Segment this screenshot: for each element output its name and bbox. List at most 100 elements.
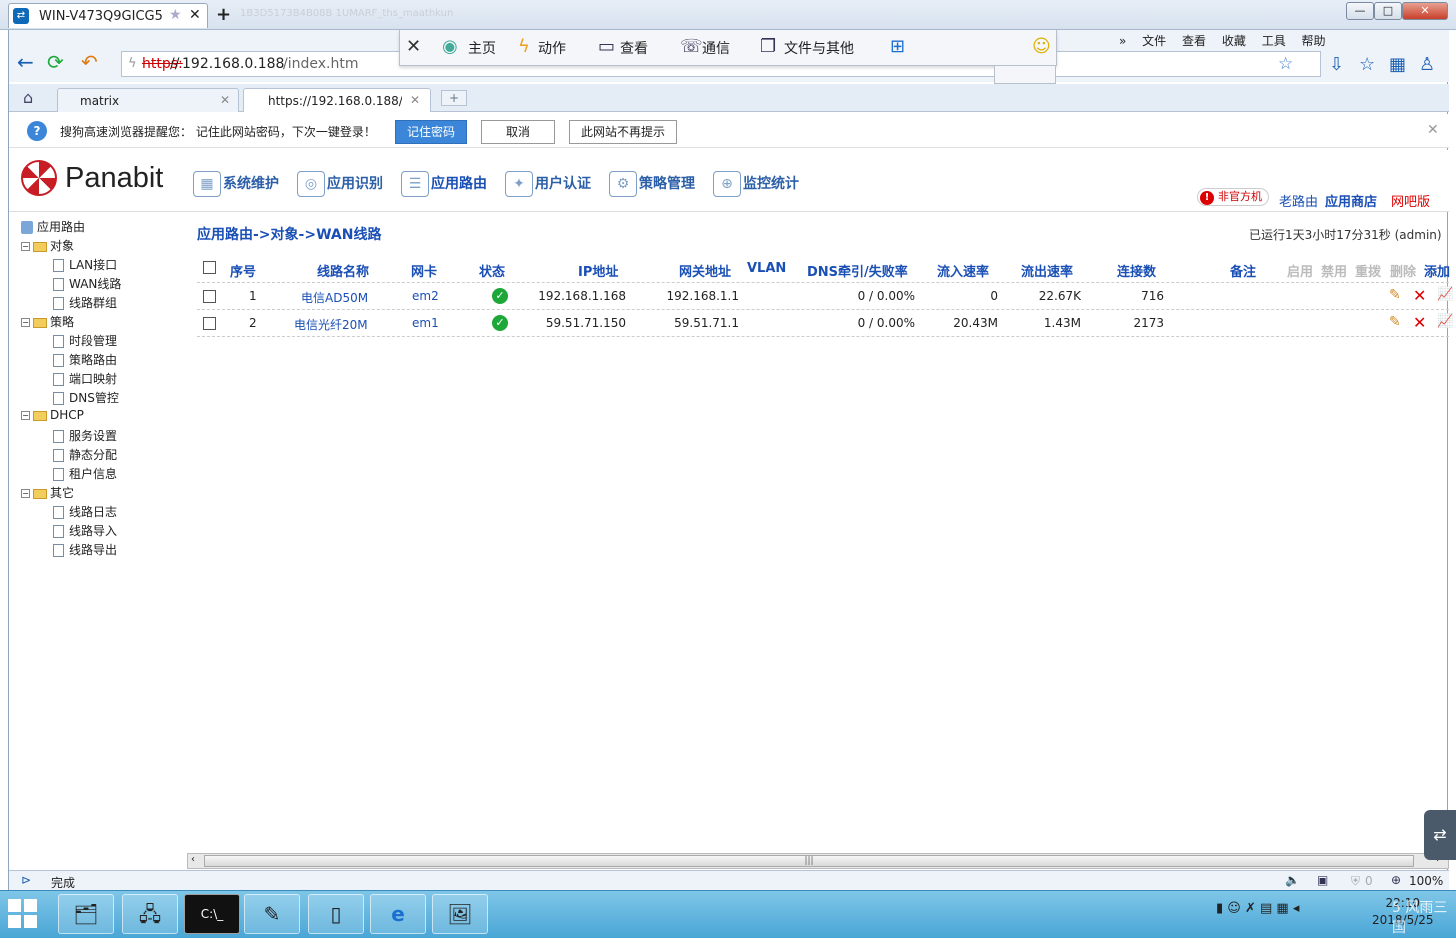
start-button[interactable]: [8, 899, 38, 929]
tree-item-linegroup[interactable]: 线路群组: [53, 294, 117, 311]
tree-group-objects[interactable]: − 对象: [21, 237, 74, 254]
teamviewer-side-tab[interactable]: ⇄: [1424, 810, 1456, 860]
undo-button[interactable]: ↶: [81, 50, 98, 74]
sound-icon[interactable]: 🔈: [1285, 873, 1300, 887]
tab-index[interactable]: https://192.168.0.188/ir ✕: [243, 88, 431, 112]
remember-password-button[interactable]: 记住密码: [395, 120, 467, 144]
tree-group-other[interactable]: − 其它: [21, 484, 74, 501]
windows-icon[interactable]: ⊞: [890, 36, 905, 57]
notepad-taskbar-icon[interactable]: ✎: [244, 894, 300, 934]
tab-matrix[interactable]: matrix ✕: [57, 88, 239, 112]
menu-policy[interactable]: ⚙ 策略管理: [609, 171, 695, 197]
apps-grid-icon[interactable]: ▦: [1389, 54, 1406, 75]
tree-item-import[interactable]: 线路导入: [53, 522, 117, 539]
extension-icon[interactable]: ▣: [1317, 873, 1328, 887]
server-manager-taskbar-icon[interactable]: 🖧: [122, 894, 178, 934]
minimize-button[interactable]: —: [1346, 2, 1374, 20]
toolbar-sub-controls[interactable]: [994, 66, 1056, 84]
action-delete[interactable]: 删除: [1390, 261, 1416, 280]
line-name-link[interactable]: 电信光纤20M: [294, 316, 368, 333]
close-tab-icon[interactable]: ✕: [189, 7, 201, 23]
explorer-taskbar-icon[interactable]: 🗂: [58, 894, 114, 934]
toolbar-close-icon[interactable]: ✕: [406, 36, 421, 57]
chart-icon[interactable]: 📈: [1437, 287, 1453, 302]
back-button[interactable]: ←: [17, 50, 34, 74]
action-enable[interactable]: 启用: [1287, 261, 1313, 280]
delete-icon[interactable]: ✕: [1413, 286, 1426, 305]
smiley-icon[interactable]: ☺: [1032, 36, 1051, 57]
new-tab-button[interactable]: +: [441, 90, 467, 106]
cancel-button[interactable]: 取消: [481, 120, 555, 144]
tree-item-dns[interactable]: DNS管控: [53, 389, 119, 406]
delete-icon[interactable]: ✕: [1413, 313, 1426, 332]
app-taskbar-icon[interactable]: ▯: [308, 894, 364, 934]
menu-system[interactable]: ▦ 系统维护: [193, 171, 279, 197]
tab-close-icon[interactable]: ✕: [220, 93, 230, 107]
favorites-icon[interactable]: ☆: [1359, 54, 1375, 75]
toolbar-files[interactable]: 文件与其他: [784, 38, 854, 58]
row-checkbox[interactable]: [203, 317, 216, 330]
shield-icon[interactable]: ⛨: [1351, 874, 1360, 889]
tab-close-icon[interactable]: ✕: [410, 93, 420, 107]
menu-favorites[interactable]: 收藏: [1222, 34, 1246, 48]
tree-item-wan[interactable]: WAN线路: [53, 275, 121, 292]
row-checkbox[interactable]: [203, 290, 216, 303]
menu-user-auth[interactable]: ✦ 用户认证: [505, 171, 591, 197]
tree-item-lease[interactable]: 租户信息: [53, 465, 117, 482]
tree-item-static[interactable]: 静态分配: [53, 446, 117, 463]
zoom-level[interactable]: 100%: [1409, 874, 1443, 888]
notice-close-icon[interactable]: ✕: [1427, 122, 1439, 138]
sidebar-toggle-icon[interactable]: ⊳: [21, 873, 31, 887]
menu-monitor[interactable]: ⊕ 监控统计: [713, 171, 799, 197]
toolbar-actions[interactable]: 动作: [538, 38, 566, 58]
line-name-link[interactable]: 电信AD50M: [301, 289, 368, 306]
toolbar-view[interactable]: 查看: [620, 38, 648, 58]
link-old-router[interactable]: 老路由: [1279, 191, 1318, 210]
link-app-store[interactable]: 应用商店: [1325, 191, 1377, 210]
tree-item-service[interactable]: 服务设置: [53, 427, 117, 444]
scroll-left-icon[interactable]: ‹: [191, 854, 195, 865]
tree-item-lan[interactable]: LAN接口: [53, 256, 117, 273]
picture-taskbar-icon[interactable]: 🖼: [432, 894, 488, 934]
tree-item-portmap[interactable]: 端口映射: [53, 370, 117, 387]
menu-overflow[interactable]: »: [1119, 34, 1126, 48]
tree-root[interactable]: 应用路由: [21, 218, 85, 235]
cmd-taskbar-icon[interactable]: C:\_: [184, 894, 240, 934]
action-redial[interactable]: 重拨: [1355, 261, 1381, 280]
menu-view[interactable]: 查看: [1182, 34, 1206, 48]
toolbar-comm[interactable]: 通信: [702, 38, 730, 58]
window-close-button[interactable]: ✕: [1402, 2, 1448, 20]
system-tray[interactable]: ▮ ☺ ✗ ▤ ▦ ◂: [1216, 901, 1299, 916]
menu-tools[interactable]: 工具: [1262, 34, 1286, 48]
tree-item-timeslot[interactable]: 时段管理: [53, 332, 117, 349]
tree-item-log[interactable]: 线路日志: [53, 503, 117, 520]
horizontal-scrollbar[interactable]: ‹ ||| ›: [187, 853, 1449, 869]
menu-app-route[interactable]: ☰ 应用路由: [401, 171, 487, 197]
tree-item-policyroute[interactable]: 策略路由: [53, 351, 117, 368]
tree-item-export[interactable]: 线路导出: [53, 541, 117, 558]
new-remote-tab-button[interactable]: +: [216, 4, 231, 25]
select-all-checkbox[interactable]: [203, 261, 216, 274]
home-icon[interactable]: ⌂: [23, 88, 33, 107]
menu-help[interactable]: 帮助: [1302, 34, 1326, 48]
action-add[interactable]: 添加: [1424, 261, 1450, 280]
maximize-button[interactable]: □: [1374, 2, 1402, 20]
favorite-star-icon[interactable]: ☆: [1278, 54, 1293, 74]
ie-taskbar-icon[interactable]: e: [370, 894, 426, 934]
action-disable[interactable]: 禁用: [1321, 261, 1347, 280]
tree-group-policy[interactable]: − 策略: [21, 313, 74, 330]
menu-app-identify[interactable]: ◎ 应用识别: [297, 171, 383, 197]
edit-icon[interactable]: ✎: [1389, 314, 1401, 330]
tree-group-dhcp[interactable]: − DHCP: [21, 408, 84, 422]
edit-icon[interactable]: ✎: [1389, 287, 1401, 303]
user-icon[interactable]: ♙: [1419, 54, 1435, 75]
menu-file[interactable]: 文件: [1142, 34, 1166, 48]
download-icon[interactable]: ⇩: [1329, 54, 1344, 75]
scroll-thumb[interactable]: |||: [204, 855, 1414, 867]
link-netcafe[interactable]: 网吧版: [1391, 191, 1430, 210]
remote-tab[interactable]: ⇄ WIN-V473Q9GICG5 ★ ✕: [8, 3, 208, 28]
refresh-button[interactable]: ⟳: [47, 50, 64, 74]
chart-icon[interactable]: 📈: [1437, 314, 1453, 329]
star-icon[interactable]: ★: [169, 7, 182, 23]
toolbar-home[interactable]: 主页: [468, 38, 496, 58]
